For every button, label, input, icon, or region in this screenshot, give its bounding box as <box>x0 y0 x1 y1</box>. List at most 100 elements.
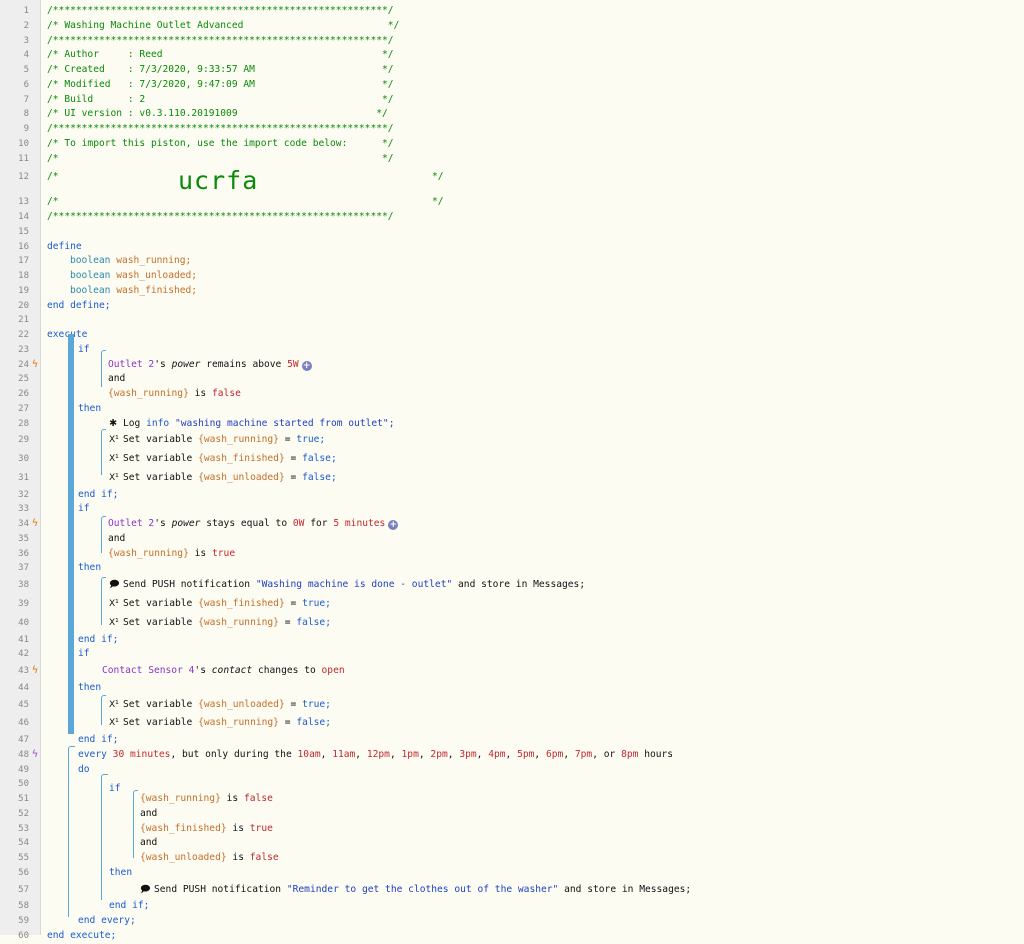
every-timer-statement[interactable]: every 30 minutes, but only during the 10… <box>78 748 673 763</box>
then-keyword[interactable]: then <box>78 681 101 696</box>
condition-power-equal[interactable]: Outlet 2's power stays equal to 0W for 5… <box>108 517 399 532</box>
set-variable-statement[interactable]: X¹ Set variable {wash_unloaded} = false; <box>109 469 337 488</box>
code-line: 4/* Author : Reed */ <box>0 48 1024 63</box>
code-line: 45 X¹ Set variable {wash_unloaded} = true; <box>0 696 1024 715</box>
set-variable-icon: X¹ <box>109 598 119 609</box>
code-line: 32 end if; <box>0 488 1024 503</box>
end-if-keyword[interactable]: end if; <box>78 488 118 503</box>
code-line: 38 🗩 Send PUSH notification "Washing machi… <box>0 576 1024 595</box>
header-code-prefix: /* <box>47 196 59 208</box>
header-blank: /* */ <box>47 152 394 164</box>
header-code-suffix: */ <box>432 171 444 183</box>
and-operator[interactable]: and <box>108 372 125 387</box>
code-line: 59 end every; <box>0 914 1024 929</box>
code-line: 54 and <box>0 836 1024 851</box>
execute-block-bar <box>68 334 74 734</box>
code-line: 29 X¹ Set variable {wash_running} = true; <box>0 431 1024 450</box>
code-line: 52 and <box>0 807 1024 822</box>
code-line: 8/* UI version : v0.3.110.20191009 */ <box>0 107 1024 122</box>
variable-declaration[interactable]: boolean wash_unloaded; <box>70 269 197 284</box>
header-code-suffix: */ <box>432 196 444 208</box>
code-line: 9/**************************************… <box>0 122 1024 137</box>
log-statement[interactable]: ✱ Log info "washing machine started from … <box>109 417 395 432</box>
every-bracket <box>68 746 75 917</box>
set-variable-icon: X¹ <box>109 718 119 729</box>
end-every-keyword[interactable]: end every; <box>78 914 136 929</box>
code-line: 57 🗩 Send PUSH notification "Reminder to g… <box>0 881 1024 900</box>
header-author: /* Author : Reed */ <box>47 49 394 61</box>
then-keyword[interactable]: then <box>109 866 132 881</box>
code-line: 31 X¹ Set variable {wash_unloaded} = false… <box>0 469 1024 488</box>
code-line: 12/* ucrfa */ <box>18 166 444 196</box>
code-line: 21 <box>18 315 29 326</box>
set-variable-icon: X¹ <box>109 617 119 628</box>
set-variable-statement[interactable]: X¹ Set variable {wash_running} = false; <box>109 614 331 633</box>
condition-wash-finished[interactable]: {wash_finished} is true <box>140 822 273 837</box>
if-keyword[interactable]: if <box>78 343 90 358</box>
push-notification-statement[interactable]: 🗩 Send PUSH notification "Washing machine… <box>109 576 585 595</box>
statement-bracket <box>101 577 106 625</box>
and-operator[interactable]: and <box>108 532 125 547</box>
and-operator[interactable]: and <box>140 807 157 822</box>
condition-wash-unloaded[interactable]: {wash_unloaded} is false <box>140 851 279 866</box>
end-if-keyword[interactable]: end if; <box>78 633 118 648</box>
code-line: 28 ✱ Log info "washing machine started fro… <box>0 417 1024 432</box>
condition-wash-running[interactable]: {wash_running} is false <box>140 792 273 807</box>
set-variable-statement[interactable]: X¹ Set variable {wash_finished} = true; <box>109 595 331 614</box>
code-line: 50 <box>18 779 29 790</box>
code-line: 15 <box>18 226 29 237</box>
code-line: 33 if <box>0 502 1024 517</box>
add-condition-icon[interactable]: + <box>388 520 399 531</box>
nested-if-bracket <box>101 774 108 900</box>
code-line: 17 boolean wash_running; <box>0 254 1024 269</box>
code-line: 37 then <box>0 561 1024 576</box>
code-line: 2/* Washing Machine Outlet Advanced */ <box>0 19 1024 34</box>
trigger-bolt-icon: ϟ <box>32 518 39 530</box>
header-stars: /***************************************… <box>47 211 394 222</box>
end-define-keyword[interactable]: end define; <box>47 299 111 314</box>
set-variable-statement[interactable]: X¹ Set variable {wash_running} = true; <box>109 431 325 450</box>
condition-power-above[interactable]: Outlet 2's power remains above 5W + <box>108 358 312 373</box>
end-if-keyword[interactable]: end if; <box>109 899 149 914</box>
speech-bubble-icon: 🗩 <box>109 579 120 591</box>
timer-trigger-icon: ϟ <box>32 748 39 760</box>
end-execute-keyword[interactable]: end execute; <box>47 929 116 944</box>
variable-declaration[interactable]: boolean wash_finished; <box>70 284 197 299</box>
then-keyword[interactable]: then <box>78 402 101 417</box>
and-operator[interactable]: and <box>140 836 157 851</box>
code-line: 55 {wash_unloaded} is false <box>0 851 1024 866</box>
code-line: 1/**************************************… <box>0 4 1024 19</box>
push-notification-statement[interactable]: 🗩 Send PUSH notification "Reminder to get… <box>140 881 691 900</box>
if-keyword[interactable]: if <box>109 782 121 797</box>
trigger-bolt-icon: ϟ <box>32 358 39 370</box>
if-bracket <box>68 334 75 341</box>
piston-title: /* Washing Machine Outlet Advanced */ <box>47 19 400 31</box>
set-variable-statement[interactable]: X¹ Set variable {wash_running} = false; <box>109 714 331 733</box>
code-line: 49 do <box>0 763 1024 778</box>
header-stars: /***************************************… <box>47 34 394 46</box>
set-variable-statement[interactable]: X¹ Set variable {wash_finished} = false; <box>109 450 337 469</box>
code-line: 43 ϟ Contact Sensor 4's contact changes to… <box>0 662 1024 681</box>
variable-declaration[interactable]: boolean wash_running; <box>70 254 191 269</box>
code-line: 44 then <box>0 681 1024 696</box>
code-line: 36 {wash_running} is true <box>0 547 1024 562</box>
set-variable-icon: X¹ <box>109 454 119 465</box>
header-import-text: /* To import this piston, use the import… <box>47 137 394 149</box>
if-keyword[interactable]: if <box>78 647 90 662</box>
code-line: 14/*************************************… <box>0 210 1024 225</box>
condition-contact-changes[interactable]: Contact Sensor 4's contact changes to op… <box>102 662 345 681</box>
code-line: 47 end if; <box>0 733 1024 748</box>
if-keyword[interactable]: if <box>78 502 90 517</box>
condition-wash-running[interactable]: {wash_running} is false <box>108 387 241 402</box>
statement-bracket <box>101 429 106 475</box>
code-line: 6/* Modified : 7/3/2020, 9:47:09 AM */ <box>0 78 1024 93</box>
add-condition-icon[interactable]: + <box>301 360 312 371</box>
do-keyword[interactable]: do <box>78 763 90 778</box>
define-keyword[interactable]: define <box>47 240 82 255</box>
condition-wash-running[interactable]: {wash_running} is true <box>108 547 235 562</box>
set-variable-statement[interactable]: X¹ Set variable {wash_unloaded} = true; <box>109 696 331 715</box>
end-if-keyword[interactable]: end if; <box>78 733 118 748</box>
import-code[interactable]: ucrfa <box>178 166 258 195</box>
code-line: 51 if {wash_running} is false <box>0 783 1024 807</box>
then-keyword[interactable]: then <box>78 561 101 576</box>
